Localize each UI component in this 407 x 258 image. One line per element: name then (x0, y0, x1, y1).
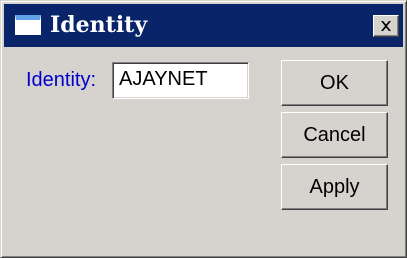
apply-button[interactable]: Apply (281, 164, 388, 210)
close-button[interactable] (373, 15, 399, 37)
window-icon (15, 15, 41, 35)
window-title: Identity (50, 12, 148, 38)
title-bar[interactable]: Identity (4, 4, 403, 47)
identity-dialog: Identity Identity: AJAYNET OK Cancel App… (0, 0, 407, 258)
identity-label: Identity: (26, 69, 97, 91)
ok-button[interactable]: OK (281, 60, 388, 106)
close-icon (381, 21, 391, 31)
identity-input[interactable]: AJAYNET (112, 62, 249, 99)
cancel-button[interactable]: Cancel (281, 112, 388, 158)
